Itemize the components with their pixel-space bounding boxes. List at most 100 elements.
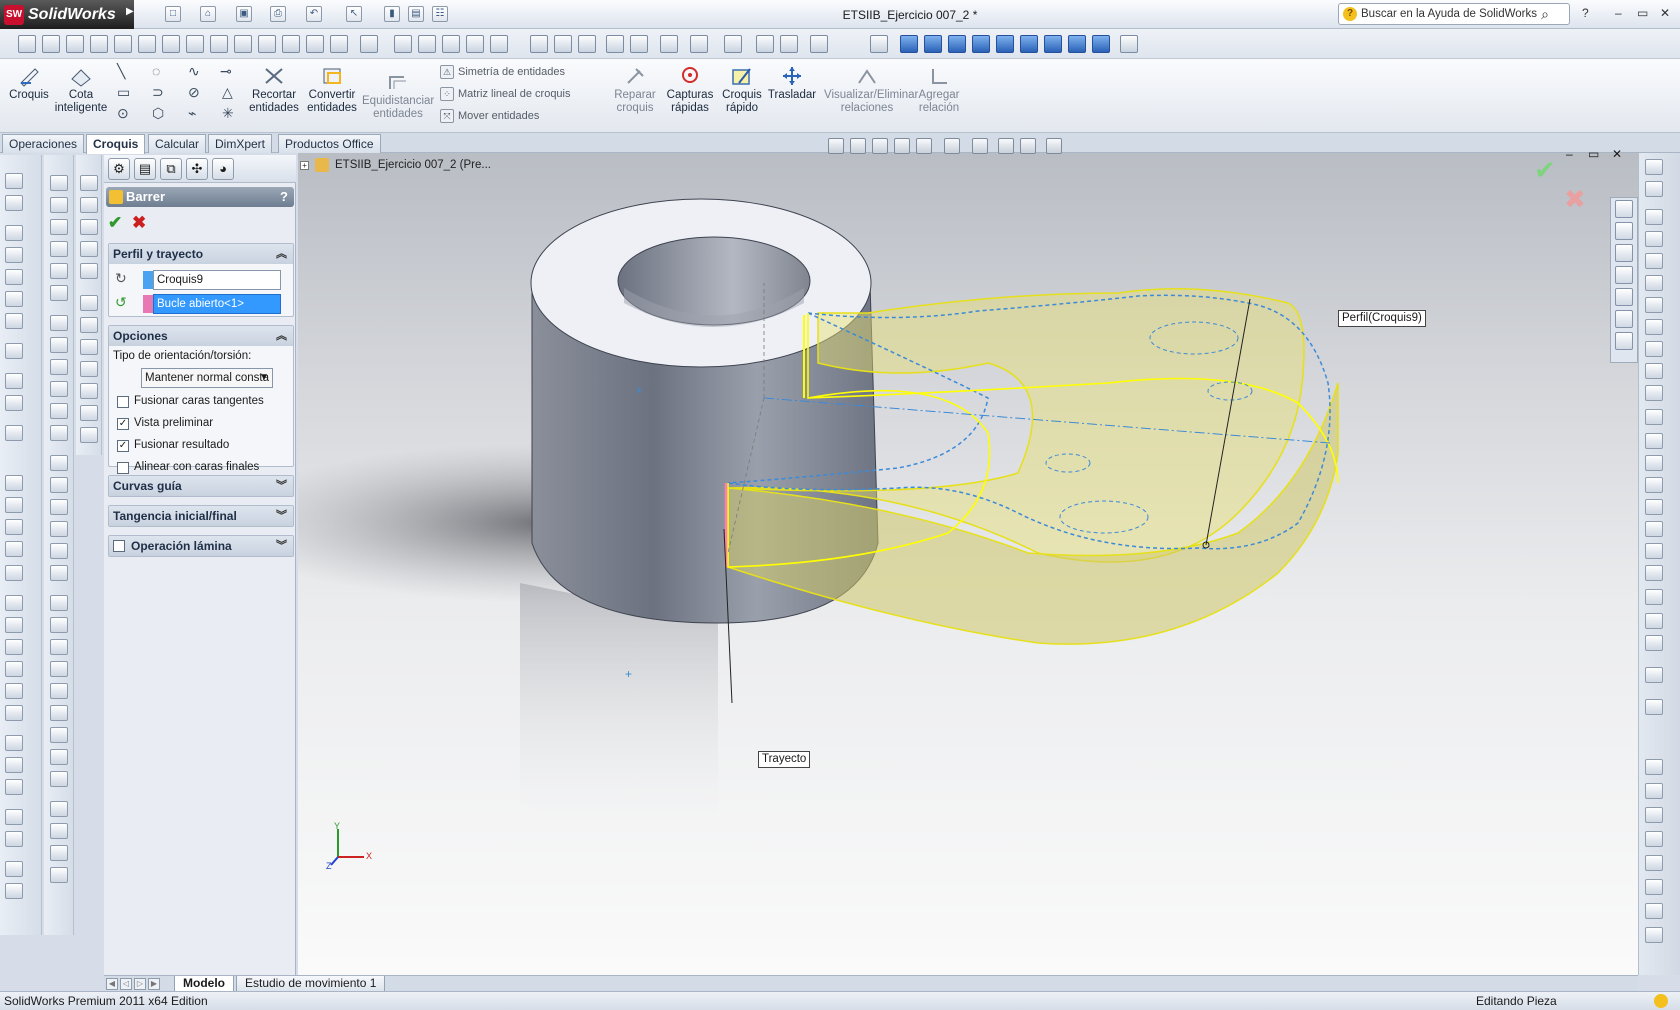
tab-modelo[interactable]: Modelo (174, 976, 234, 992)
apply-scene-icon[interactable] (756, 35, 774, 53)
right-tool-icon-20[interactable] (1645, 589, 1663, 605)
path-field[interactable]: Bucle abierto<1> (153, 294, 281, 314)
tool-icon-15[interactable] (50, 499, 68, 515)
right-tool-icon-31[interactable] (1645, 903, 1663, 919)
move-button[interactable]: Trasladar (766, 65, 818, 102)
tree-expand-icon[interactable]: + (300, 160, 309, 170)
toolbar-icon-31[interactable] (810, 35, 828, 53)
flyout-feature-tree[interactable]: + ETSIIB_Ejercicio 007_2 (Pre... (300, 158, 491, 172)
appearances-icon[interactable] (1615, 288, 1633, 306)
sum-icon[interactable] (210, 35, 228, 53)
rebuild-status-icon[interactable] (1654, 994, 1668, 1008)
section-view-icon[interactable] (606, 35, 624, 53)
tool-icon-2[interactable] (50, 197, 68, 213)
right-tool-icon-25[interactable] (1645, 759, 1663, 775)
open-document-icon[interactable]: ⌂ (200, 6, 216, 22)
toolbar-icon-18[interactable] (442, 35, 460, 53)
tab-dimxpert[interactable]: DimXpert (208, 134, 273, 153)
help-search-box[interactable]: ? Buscar en la Ayuda de SolidWorks ⌕ (1338, 3, 1570, 25)
cancel-button[interactable]: ✖ (132, 213, 146, 233)
chamfer-icon[interactable]: ⬡ (152, 105, 164, 122)
rebuild-icon[interactable]: ▮ (384, 6, 400, 22)
tool-icon-10[interactable] (50, 381, 68, 397)
tool-icon-22[interactable] (50, 661, 68, 677)
display-relations-button[interactable]: Visualizar/Eliminar relaciones (824, 65, 918, 115)
tool-icon-27[interactable] (50, 771, 68, 787)
options-header[interactable]: Opciones ︽ (109, 326, 293, 346)
repair-sketch-button[interactable]: Reparar croquis (612, 65, 658, 115)
sketch-tool-icon-8[interactable] (80, 339, 98, 355)
previous-view-icon[interactable] (578, 35, 596, 53)
restore-button[interactable]: ▭ (1637, 6, 1648, 20)
right-tool-icon-2[interactable] (1645, 181, 1663, 197)
right-tool-icon-28[interactable] (1645, 831, 1663, 847)
right-tool-icon-9[interactable] (1645, 341, 1663, 357)
solidworks-logo[interactable]: SW SolidWorks (0, 0, 134, 29)
feature-icon-17[interactable] (5, 595, 23, 611)
tool-icon-9[interactable] (50, 359, 68, 375)
spelling-icon[interactable] (18, 35, 36, 53)
edit-appearance-icon[interactable] (998, 138, 1014, 154)
merge-result-checkbox[interactable]: ✓ (117, 440, 129, 452)
options-icon[interactable]: ☷ (432, 6, 448, 22)
file-properties-icon[interactable]: ▤ (408, 6, 424, 22)
display-manager-tab-icon[interactable]: ◕ (212, 158, 234, 180)
sketch-tool-icon-6[interactable] (80, 295, 98, 311)
custom-properties-icon[interactable] (1615, 310, 1633, 328)
collapse-chevron-icon[interactable]: ︽ (276, 244, 287, 264)
guide-curves-group[interactable]: Curvas guía ︾ (108, 475, 294, 497)
toolbar-icon-16[interactable] (394, 35, 412, 53)
feature-icon-25[interactable] (5, 779, 23, 795)
zoom-area-icon[interactable] (554, 35, 572, 53)
toolbar-icon-13[interactable] (306, 35, 324, 53)
home-icon[interactable] (1615, 200, 1633, 218)
sketch-tool-icon-12[interactable] (80, 427, 98, 443)
feature-icon-13[interactable] (5, 497, 23, 513)
bottom-view-icon[interactable] (1020, 35, 1038, 53)
show-preview-checkbox[interactable]: ✓ (117, 418, 129, 430)
zoom-to-fit-icon[interactable] (828, 138, 844, 154)
right-tool-icon-13[interactable] (1645, 433, 1663, 449)
close-button[interactable]: ✕ (1660, 6, 1670, 20)
feature-icon-29[interactable] (5, 883, 23, 899)
save-icon[interactable]: ▣ (236, 6, 252, 22)
tool-icon-18[interactable] (50, 565, 68, 581)
prev-tab-arrow-icon[interactable]: ◁ (120, 978, 132, 990)
collapse-chevron-icon[interactable]: ︽ (276, 326, 287, 346)
tool-icon-23[interactable] (50, 683, 68, 699)
feature-icon-14[interactable] (5, 519, 23, 535)
rectangle-icon[interactable]: ▭ (117, 84, 130, 101)
isometric-view-icon[interactable] (1044, 35, 1062, 53)
path-callout[interactable]: Trayecto (758, 751, 811, 768)
right-tool-icon-6[interactable] (1645, 275, 1663, 291)
sketch-tool-icon-9[interactable] (80, 361, 98, 377)
convert-entities-button[interactable]: Convertir entidades (304, 65, 360, 115)
view-settings-icon[interactable] (1046, 138, 1062, 154)
feature-icon-21[interactable] (5, 683, 23, 699)
configuration-manager-tab-icon[interactable]: ⧉ (160, 158, 182, 180)
plane-icon[interactable]: ✳ (222, 105, 234, 122)
toolbar-icon-3[interactable] (66, 35, 84, 53)
offset-entities-button[interactable]: Equidistanciar entidades (362, 71, 434, 121)
toolbar-icon-6[interactable] (138, 35, 156, 53)
feature-manager-tab-icon[interactable]: ⚙ (108, 158, 130, 180)
tool-icon-28[interactable] (50, 801, 68, 817)
right-tool-icon-19[interactable] (1645, 565, 1663, 581)
toolbar-icon-14[interactable] (330, 35, 348, 53)
menu-flyout-arrow-icon[interactable]: ▶ (126, 6, 134, 17)
tool-icon-20[interactable] (50, 617, 68, 633)
right-tool-icon-15[interactable] (1645, 477, 1663, 493)
tool-icon-14[interactable] (50, 477, 68, 493)
toolbar-icon-2[interactable] (42, 35, 60, 53)
sketch-tool-icon-4[interactable] (80, 241, 98, 257)
viewport-restore-button[interactable]: ▭ (1588, 147, 1599, 161)
align-end-faces-checkbox[interactable] (117, 462, 129, 474)
feature-icon-28[interactable] (5, 861, 23, 877)
solidworks-forum-icon[interactable] (1615, 332, 1633, 350)
feature-icon-19[interactable] (5, 639, 23, 655)
tab-estudio-movimiento[interactable]: Estudio de movimiento 1 (236, 976, 386, 992)
search-icon[interactable]: ⌕ (1541, 6, 1549, 23)
tab-croquis[interactable]: Croquis (86, 134, 146, 154)
tool-icon-11[interactable] (50, 403, 68, 419)
toolbar-icon-4[interactable] (90, 35, 108, 53)
